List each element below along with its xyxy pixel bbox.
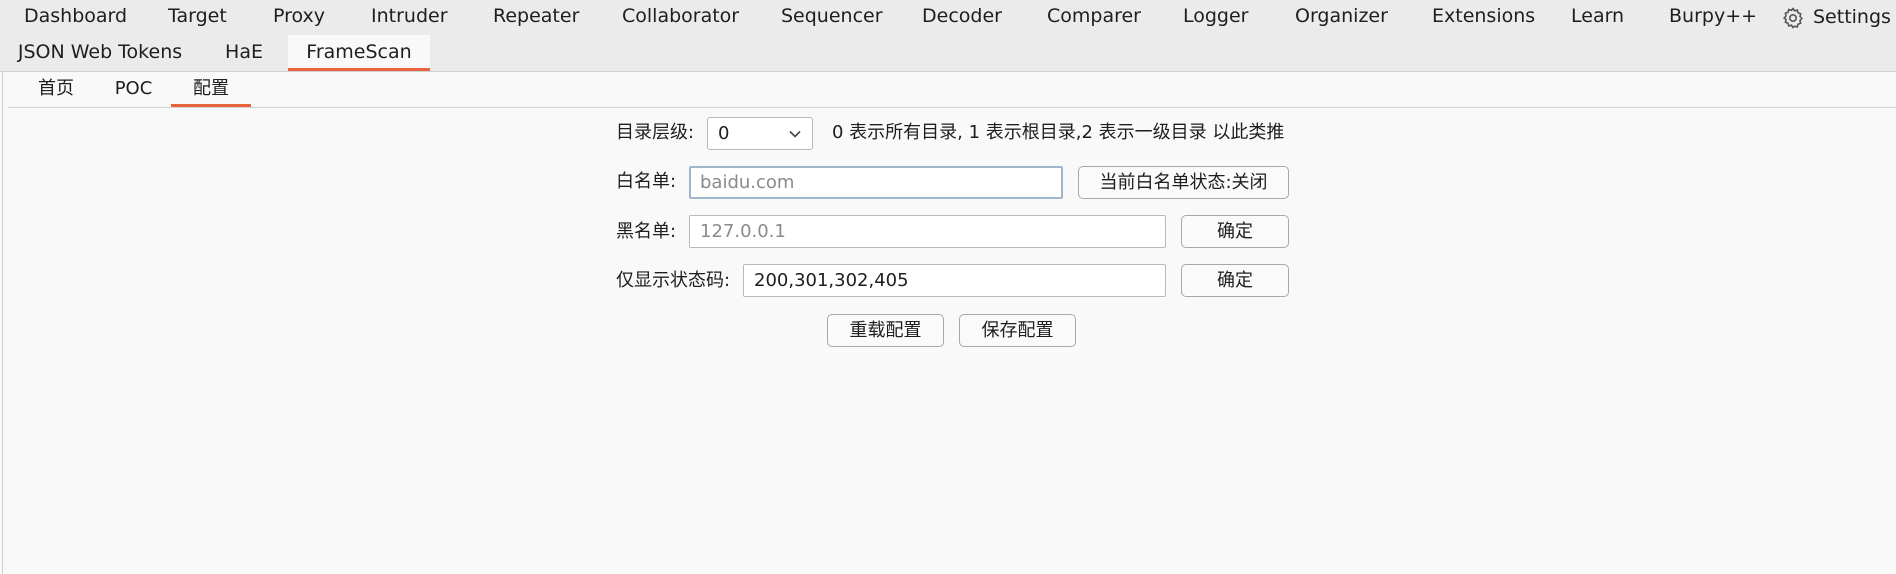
tab-intruder[interactable]: Intruder	[371, 0, 448, 35]
status-codes-label: 仅显示状态码:	[616, 270, 731, 291]
depth-select-value: 0	[718, 123, 730, 144]
tab-logger[interactable]: Logger	[1183, 0, 1249, 35]
settings-label: Settings	[1813, 6, 1891, 28]
whitelist-status-button[interactable]: 当前白名单状态:关闭	[1078, 166, 1289, 199]
gear-icon	[1782, 6, 1804, 29]
tab-framescan[interactable]: FrameScan	[288, 35, 430, 71]
tab-burpy[interactable]: Burpy++	[1669, 0, 1757, 35]
status-codes-input[interactable]: 200,301,302,405	[743, 264, 1166, 297]
depth-hint: 0 表示所有目录, 1 表示根目录,2 表示一级目录 以此类推	[832, 122, 1285, 143]
tab-organizer[interactable]: Organizer	[1295, 0, 1388, 35]
tab-home[interactable]: 首页	[16, 72, 96, 107]
tab-config[interactable]: 配置	[171, 72, 251, 107]
tab-repeater[interactable]: Repeater	[493, 0, 579, 35]
depth-label: 目录层级:	[616, 122, 695, 143]
tab-learn[interactable]: Learn	[1571, 0, 1624, 35]
whitelist-placeholder: baidu.com	[700, 172, 795, 193]
whitelist-input[interactable]: baidu.com	[689, 166, 1063, 199]
blacklist-label: 黑名单:	[616, 221, 677, 242]
tab-collaborator[interactable]: Collaborator	[622, 0, 739, 35]
blacklist-placeholder: 127.0.0.1	[700, 221, 786, 242]
whitelist-label: 白名单:	[616, 171, 677, 192]
tab-dashboard[interactable]: Dashboard	[24, 0, 127, 35]
chevron-down-icon	[789, 130, 801, 138]
extension-tab-bar: JSON Web Tokens HaE FrameScan	[0, 35, 1896, 72]
tab-proxy[interactable]: Proxy	[273, 0, 325, 35]
status-codes-value: 200,301,302,405	[754, 270, 909, 291]
reload-config-button[interactable]: 重载配置	[827, 314, 944, 347]
tab-sequencer[interactable]: Sequencer	[781, 0, 883, 35]
burp-window: Dashboard Target Proxy Intruder Repeater…	[0, 0, 1896, 574]
blacklist-input[interactable]: 127.0.0.1	[689, 215, 1166, 248]
tab-hae[interactable]: HaE	[200, 35, 288, 71]
tab-extensions[interactable]: Extensions	[1432, 0, 1535, 35]
depth-select[interactable]: 0	[707, 117, 813, 150]
main-tab-bar: Dashboard Target Proxy Intruder Repeater…	[0, 0, 1896, 35]
tab-target[interactable]: Target	[168, 0, 227, 35]
tab-decoder[interactable]: Decoder	[922, 0, 1002, 35]
tab-poc[interactable]: POC	[96, 72, 171, 107]
save-config-button[interactable]: 保存配置	[959, 314, 1076, 347]
tab-comparer[interactable]: Comparer	[1047, 0, 1141, 35]
blacklist-confirm-button[interactable]: 确定	[1181, 215, 1289, 248]
tab-json-web-tokens[interactable]: JSON Web Tokens	[0, 35, 200, 71]
status-codes-confirm-button[interactable]: 确定	[1181, 264, 1289, 297]
panel-border	[2, 72, 3, 574]
tab-settings[interactable]: Settings	[1781, 0, 1891, 35]
framescan-sub-tab-bar: 首页 POC 配置	[8, 72, 1896, 108]
